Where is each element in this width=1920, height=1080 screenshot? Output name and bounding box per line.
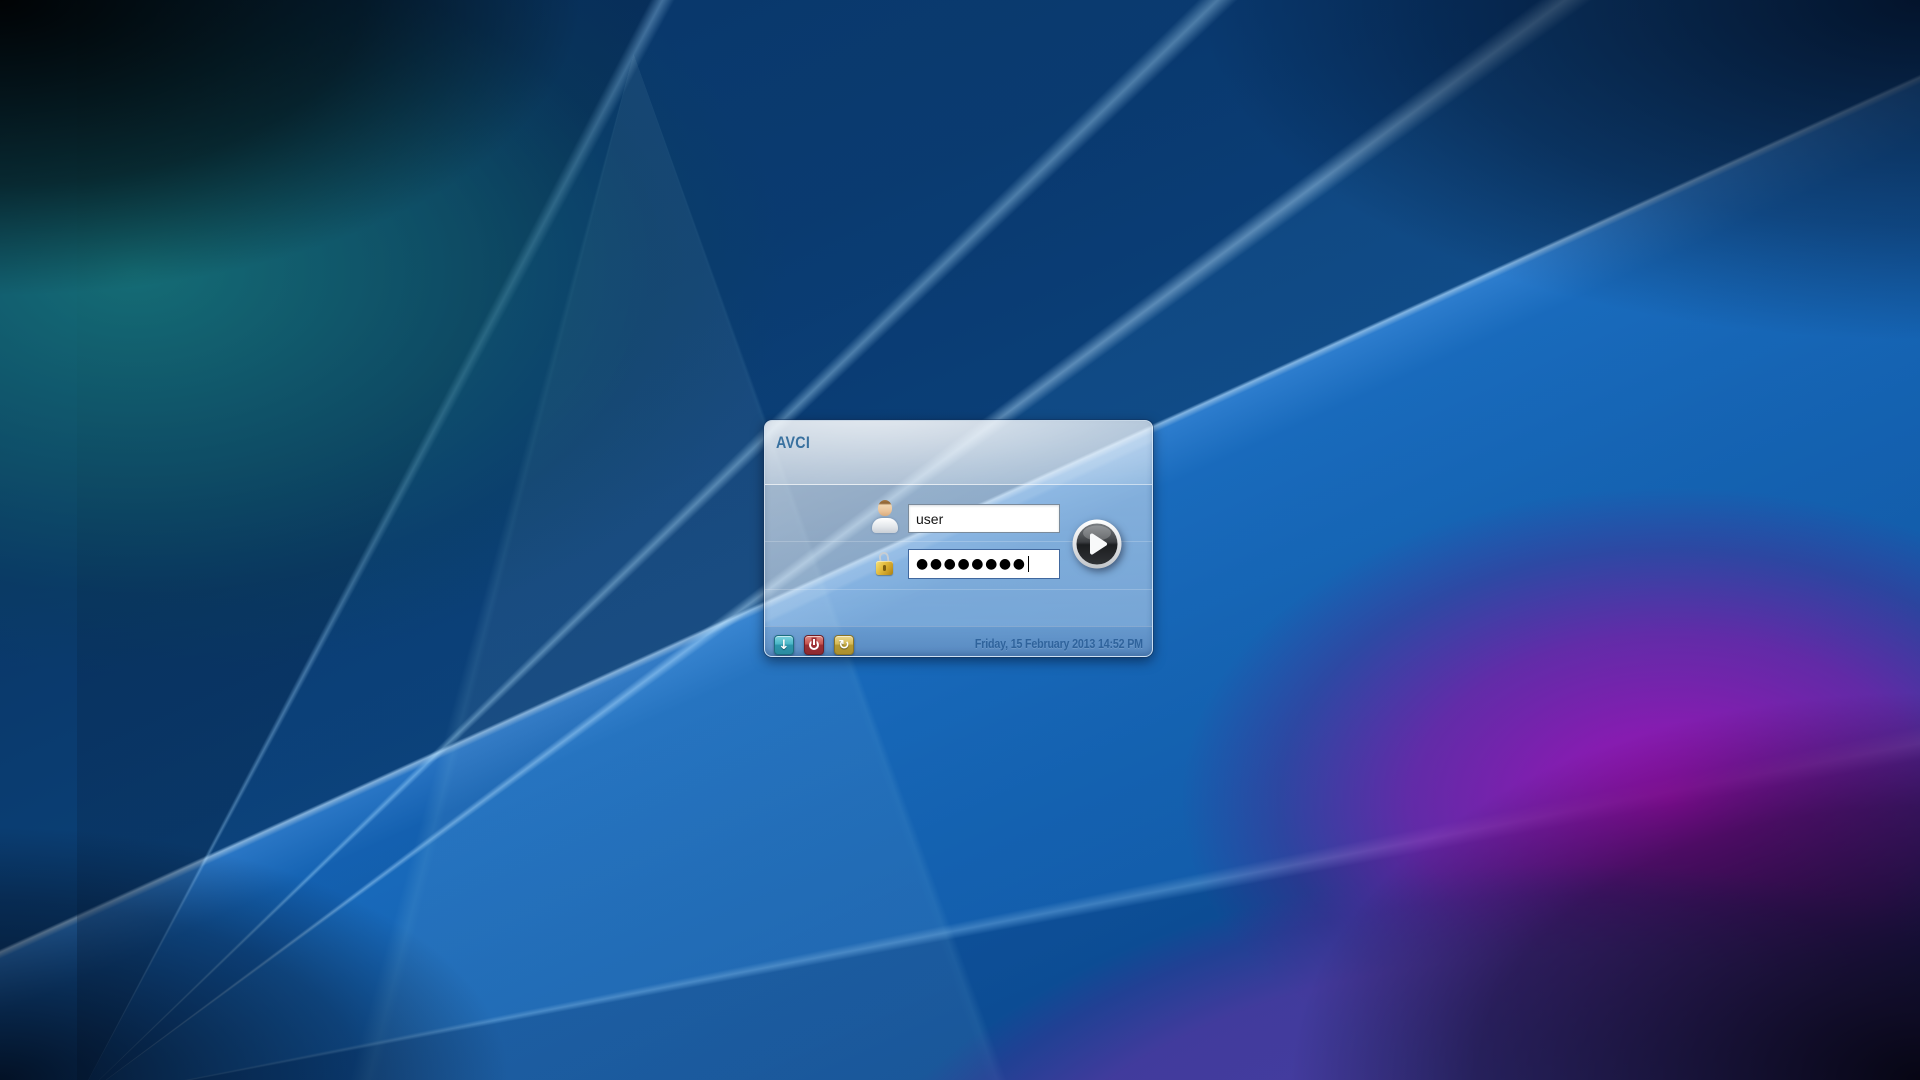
power-icon xyxy=(809,640,819,650)
restart-arrow-icon: ↻ xyxy=(839,639,850,652)
down-arrow-icon: ↓ xyxy=(779,639,790,652)
password-input[interactable]: ●●●●●●●● xyxy=(908,549,1060,579)
avatar-torso xyxy=(872,518,898,533)
lock-body xyxy=(876,561,893,575)
suspend-button[interactable]: ↓ xyxy=(774,635,794,655)
footer-bar: ↓ ↻ Friday, 15 February 2013 14:52 PM xyxy=(765,626,1152,657)
avatar-head xyxy=(878,500,892,516)
user-avatar-icon xyxy=(872,500,898,533)
shutdown-button[interactable] xyxy=(804,635,824,655)
login-screen: AVCI user ●●●●●●●● xyxy=(0,0,1920,1080)
login-button[interactable] xyxy=(1072,519,1122,569)
password-lock-icon xyxy=(876,552,893,575)
row-divider xyxy=(765,589,1152,590)
username-input[interactable]: user xyxy=(908,504,1060,533)
text-caret xyxy=(1028,556,1030,572)
play-icon xyxy=(1072,519,1122,569)
password-masked-value: ●●●●●●●● xyxy=(916,557,1027,571)
login-dialog: AVCI user ●●●●●●●● xyxy=(764,420,1153,657)
brand-title: AVCI xyxy=(776,433,810,453)
datetime-label: Friday, 15 February 2013 14:52 PM xyxy=(975,627,1143,657)
restart-button[interactable]: ↻ xyxy=(834,635,854,655)
dialog-header: AVCI xyxy=(765,421,1152,485)
username-value: user xyxy=(916,511,943,527)
